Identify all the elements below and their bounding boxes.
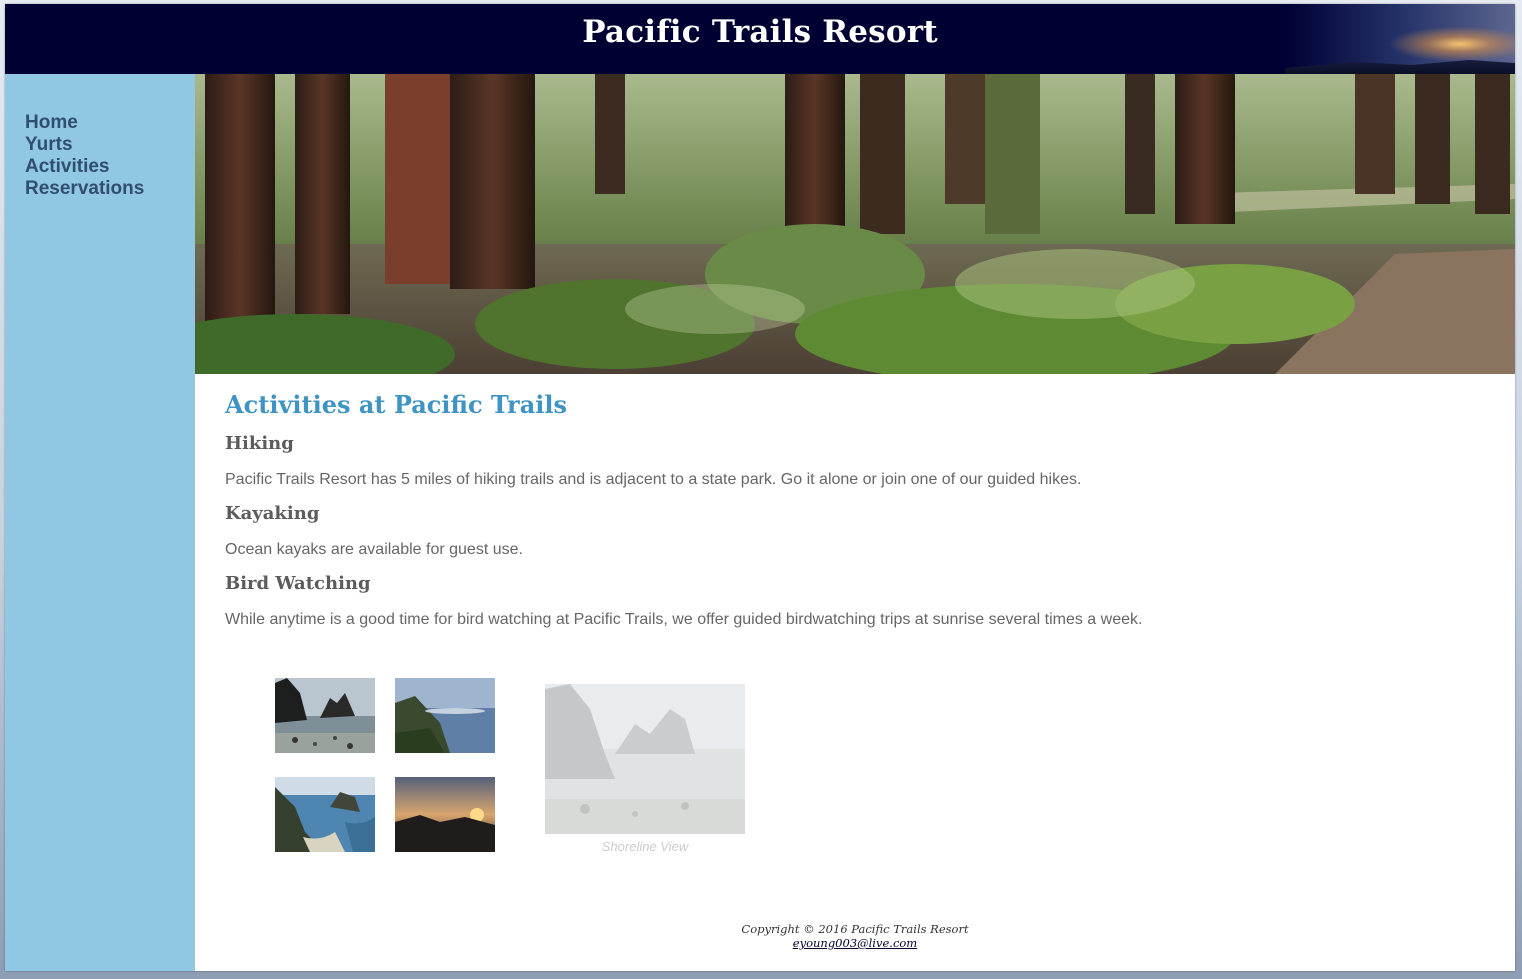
main-content: Activities at Pacific Trails Hiking Paci… <box>195 74 1515 971</box>
thumbnail-sunset[interactable] <box>395 777 495 852</box>
site-title: Pacific Trails Resort <box>582 14 938 50</box>
site-footer: Copyright © 2016 Pacific Trails Resort e… <box>195 922 1515 950</box>
page-wrapper: Pacific Trails Resort Home Yurts Activit… <box>5 4 1515 971</box>
thumbnail-shoreline[interactable] <box>275 678 375 753</box>
page-heading: Activities at Pacific Trails <box>225 390 567 419</box>
section-title-hiking: Hiking <box>225 433 294 454</box>
thumbnail-cove[interactable] <box>275 777 375 852</box>
redwood-forest-image <box>195 74 1515 374</box>
section-title-kayaking: Kayaking <box>225 503 320 524</box>
section-text-kayaking: Ocean kayaks are available for guest use… <box>225 541 523 558</box>
shoreline-photo-icon <box>275 678 375 753</box>
shoreline-photo-icon <box>545 684 745 834</box>
nav-item-activities[interactable]: Activities <box>25 156 195 178</box>
shoreline-preview-image <box>545 684 745 834</box>
cove-photo-icon <box>275 777 375 852</box>
activities-article: Activities at Pacific Trails Hiking Paci… <box>225 390 1485 643</box>
sidebar-nav: Home Yurts Activities Reservations <box>5 74 195 971</box>
email-link[interactable]: eyoung003@live.com <box>793 936 917 950</box>
section-text-hiking: Pacific Trails Resort has 5 miles of hik… <box>225 471 1082 488</box>
thumbnail-coast[interactable] <box>395 678 495 753</box>
section-text-bird-watching: While anytime is a good time for bird wa… <box>225 611 1143 628</box>
section-title-bird-watching: Bird Watching <box>225 573 371 594</box>
nav-item-yurts[interactable]: Yurts <box>25 134 195 156</box>
coast-photo-icon <box>395 678 495 753</box>
nav-item-home[interactable]: Home <box>25 112 195 134</box>
preview-caption: Shoreline View <box>601 839 689 854</box>
sunset-photo-icon <box>395 777 495 852</box>
copyright-text: Copyright © 2016 Pacific Trails Resort <box>741 922 969 936</box>
nav-item-reservations[interactable]: Reservations <box>25 178 195 200</box>
site-header: Pacific Trails Resort <box>5 4 1515 74</box>
